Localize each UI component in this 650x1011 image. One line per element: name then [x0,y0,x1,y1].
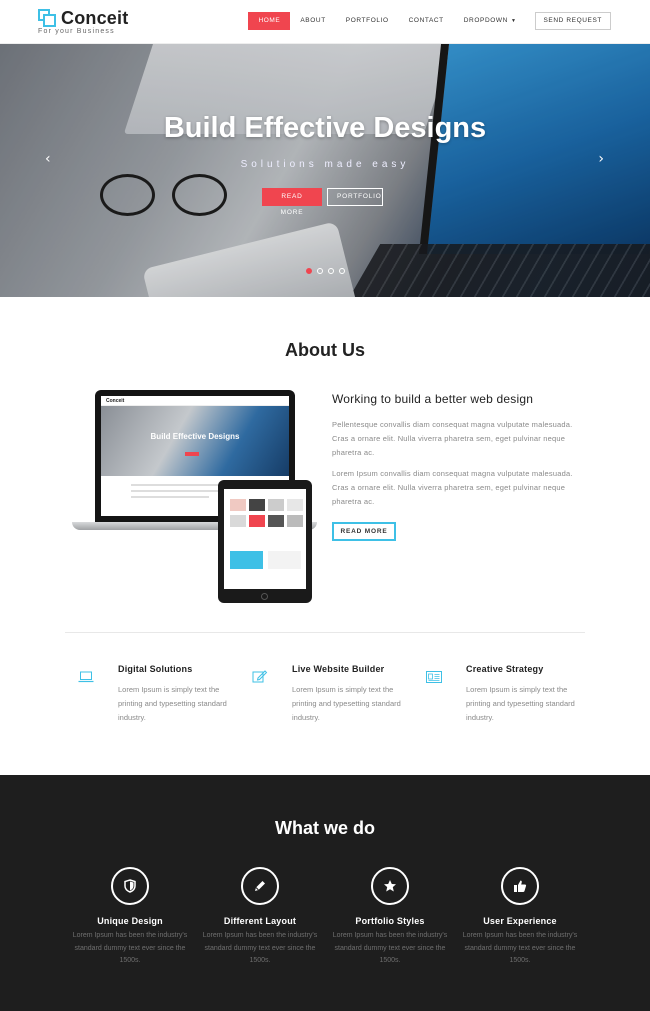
service-title: Unique Design [97,916,163,926]
pencil-icon [241,867,279,905]
nav-dropdown-label: DROPDOWN [463,17,508,24]
thumbs-up-icon [501,867,539,905]
service-unique-design: Unique Design Lorem Ipsum has been the i… [65,867,195,968]
star-icon [371,867,409,905]
about-paragraph-1: Pellentesque convallis diam consequat ma… [332,420,573,457]
logo[interactable]: Conceit For your Business [38,8,158,38]
edit-icon [252,670,268,684]
what-we-do-section: What we do Unique Design Lorem Ipsum has… [0,775,650,1011]
about-read-more-button[interactable]: READ MORE [332,522,396,541]
slider-dot[interactable] [317,268,323,274]
feature-title: Creative Strategy [466,664,544,674]
slider-dot[interactable] [328,268,334,274]
next-slide-icon[interactable]: › [598,151,604,167]
prev-slide-icon[interactable]: ‹ [45,151,51,167]
feature-live-website-builder: Live Website Builder Lorem Ipsum is simp… [252,662,412,732]
feature-text: Lorem Ipsum is simply text the printing … [466,685,575,722]
service-user-experience: User Experience Lorem Ipsum has been the… [455,867,585,968]
feature-text: Lorem Ipsum is simply text the printing … [292,685,401,722]
mockup-hero-title: Build Effective Designs [150,432,240,441]
hero-slider: Build Effective Designs Solutions made e… [0,44,650,297]
hero-overlay [0,44,650,297]
service-text: Lorem Ipsum has been the industry's stan… [72,932,188,964]
feature-digital-solutions: Digital Solutions Lorem Ipsum is simply … [78,662,238,732]
section-divider [65,632,585,633]
laptop-icon [78,670,94,684]
brand-name: Conceit [61,8,129,28]
nav-about[interactable]: ABOUT [290,12,335,30]
site-header: Conceit For your Business HOME ABOUT POR… [0,0,650,44]
service-title: Different Layout [223,916,297,926]
service-text: Lorem Ipsum has been the industry's stan… [332,932,448,964]
service-text: Lorem Ipsum has been the industry's stan… [202,932,318,964]
service-text: Lorem Ipsum has been the industry's stan… [462,932,578,964]
nav-contact[interactable]: CONTACT [399,12,454,30]
about-heading: Working to build a better web design [332,392,534,406]
nav-dropdown[interactable]: DROPDOWN ▼ [454,12,527,30]
main-nav: HOME ABOUT PORTFOLIO CONTACT DROPDOWN ▼ S… [248,12,611,30]
slider-dot[interactable] [306,268,312,274]
brand-tagline: For your Business [38,28,115,35]
service-title: User Experience [483,916,557,926]
device-mockup: Conceit Build Effective Designs [72,390,317,605]
nav-home[interactable]: HOME [248,12,291,30]
what-we-do-title: What we do [275,818,375,838]
about-title: About Us [285,340,365,360]
send-request-button[interactable]: SEND REQUEST [534,12,611,30]
feature-text: Lorem Ipsum is simply text the printing … [118,685,227,722]
hero-read-more-button[interactable]: READ MORE [262,188,322,216]
logo-icon [38,9,58,27]
hero-buttons: READ MORE PORTFOLIO [262,188,383,216]
service-title: Portfolio Styles [355,916,425,926]
feature-title: Live Website Builder [292,664,385,674]
shield-icon [111,867,149,905]
about-paragraph-2: Lorem Ipsum convallis diam consequat mag… [332,469,573,506]
feature-creative-strategy: Creative Strategy Lorem Ipsum is simply … [426,662,586,732]
tablet-mockup [218,480,312,603]
newspaper-icon [426,670,442,684]
feature-title: Digital Solutions [118,664,193,674]
service-different-layout: Different Layout Lorem Ipsum has been th… [195,867,325,968]
slider-dots [306,268,350,274]
nav-portfolio[interactable]: PORTFOLIO [336,12,399,30]
hero-subtitle: Solutions made easy [240,159,410,170]
caret-down-icon: ▼ [510,18,517,24]
mockup-logo: Conceit [106,398,125,404]
slider-dot[interactable] [339,268,345,274]
service-portfolio-styles: Portfolio Styles Lorem Ipsum has been th… [325,867,455,968]
hero-portfolio-button[interactable]: PORTFOLIO [327,188,383,206]
hero-title: Build Effective Designs [163,112,487,144]
